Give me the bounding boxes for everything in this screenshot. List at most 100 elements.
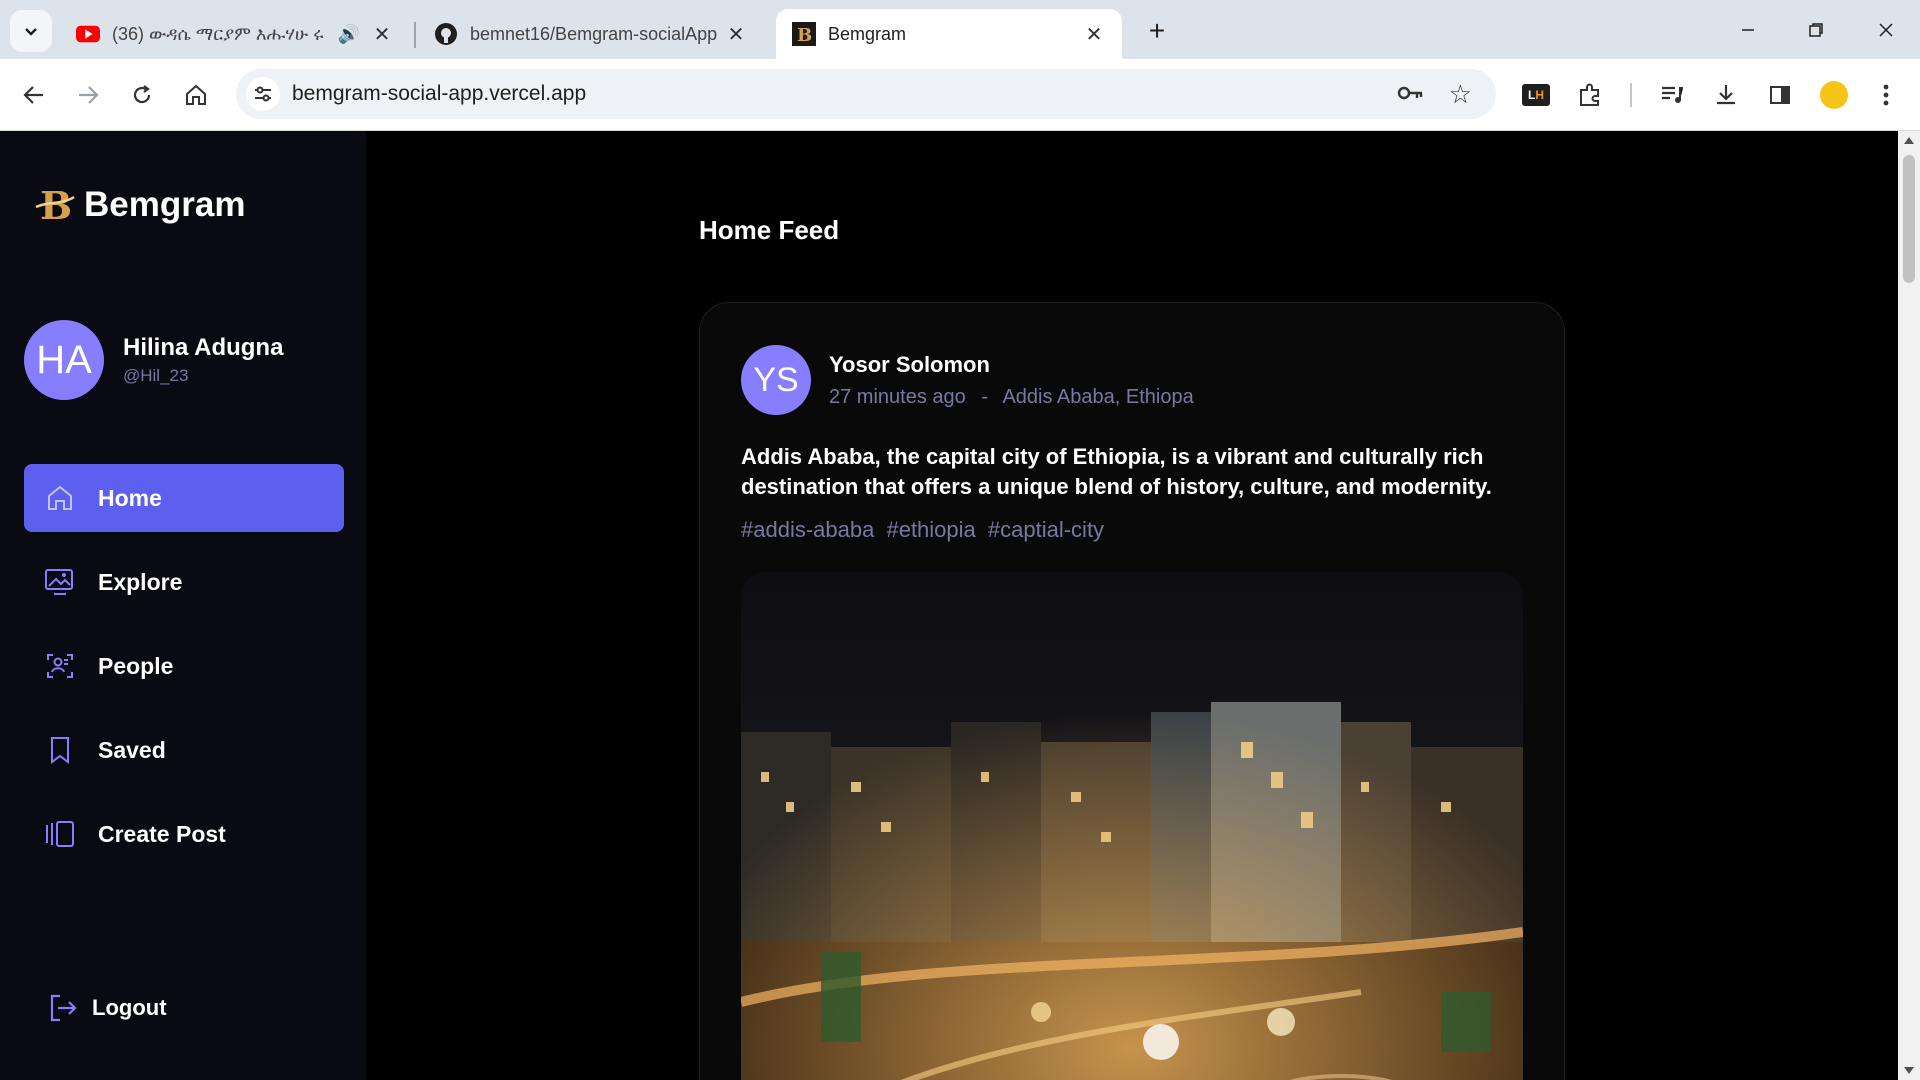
password-key-icon[interactable] [1396, 81, 1424, 110]
brand-name: Bemgram [84, 185, 246, 224]
tab-strip: (36) ውዳሴ ማርያም እሑሃሁ ሩ 🔊 ✕ bemnet16/Bemgra… [0, 0, 1920, 59]
tab-github[interactable]: bemnet16/Bemgram-socialApp ✕ [418, 9, 764, 59]
post-time: 27 minutes ago [829, 385, 966, 408]
downloads-button[interactable] [1708, 77, 1744, 113]
sidebar-item-people[interactable]: People [24, 632, 344, 700]
reload-icon [133, 85, 151, 104]
forward-button[interactable] [68, 75, 108, 115]
speaker-icon[interactable]: 🔊 [338, 24, 360, 45]
post-author[interactable]: Yosor Solomon [829, 352, 1194, 378]
arrow-left-icon [23, 86, 43, 104]
user-profile-link[interactable]: HA Hilina Adugna @Hil_23 [24, 320, 283, 400]
scroll-down-icon[interactable] [1904, 1067, 1914, 1074]
user-name: Hilina Adugna [123, 334, 284, 361]
logout-label: Logout [92, 995, 167, 1020]
page-title: Home Feed [699, 215, 840, 245]
bookmark-icon [42, 732, 78, 768]
post-header: YS Yosor Solomon 27 minutes ago - Addis … [741, 345, 1194, 415]
post-card: YS Yosor Solomon 27 minutes ago - Addis … [699, 302, 1565, 1080]
reload-button[interactable] [122, 75, 162, 115]
sidebar-item-label: Home [98, 484, 162, 511]
post-image[interactable] [741, 572, 1523, 1080]
home-button[interactable] [176, 75, 216, 115]
gallery-icon [42, 564, 78, 600]
bemgram-logo-icon: B [34, 185, 76, 225]
author-avatar[interactable]: YS [741, 345, 811, 415]
city-night-photo [741, 572, 1523, 1080]
bookmark-star-icon[interactable]: ☆ [1449, 79, 1472, 110]
download-icon [1717, 85, 1735, 105]
puzzle-icon [1580, 83, 1599, 106]
user-avatar: HA [24, 320, 104, 400]
address-bar[interactable]: bemgram-social-app.vercel.app ☆ [236, 69, 1496, 119]
page-viewport: B Bemgram HA Hilina Adugna @Hil_23 Home [0, 131, 1898, 1080]
sidebar-item-create-post[interactable]: Create Post [24, 800, 344, 868]
sidebar-item-label: Explore [98, 568, 183, 595]
tab-title: bemnet16/Bemgram-socialApp [470, 23, 718, 44]
tab-separator [414, 22, 416, 48]
post-meta: 27 minutes ago - Addis Ababa, Ethiopa [829, 386, 1194, 409]
minimize-icon [1742, 29, 1754, 31]
page-scrollbar[interactable] [1898, 131, 1920, 1080]
lighthouse-extension-icon[interactable]: LH [1518, 77, 1554, 113]
sidebar-item-label: Saved [98, 736, 166, 763]
scrollbar-thumb[interactable] [1903, 155, 1915, 283]
side-panel-icon [1770, 86, 1790, 104]
arrow-right-icon [79, 86, 99, 104]
meta-separator: - [981, 385, 988, 408]
url-text[interactable]: bemgram-social-app.vercel.app [292, 82, 586, 106]
close-tab-icon[interactable]: ✕ [370, 22, 394, 47]
side-panel-button[interactable] [1762, 77, 1798, 113]
logout-button[interactable]: Logout [46, 991, 167, 1025]
browser-menu-button[interactable] [1868, 77, 1904, 113]
tab-title: Bemgram [828, 23, 907, 44]
post-tags: #addis-ababa #ethiopia #captial-city [741, 517, 1110, 543]
site-info-icon[interactable] [246, 77, 280, 111]
github-icon [434, 22, 458, 46]
tab-bemgram[interactable]: B Bemgram ✕ [776, 9, 1122, 59]
extension-l: L [1527, 88, 1536, 102]
post-tag: #ethiopia [886, 517, 976, 542]
bemgram-icon: B [792, 22, 816, 46]
close-window-button[interactable] [1866, 12, 1906, 48]
tab-title: (36) ውዳሴ ማርያም እሑሃሁ ሩ [112, 23, 324, 44]
sidebar-item-label: People [98, 652, 174, 679]
home-icon [186, 84, 206, 105]
chevron-down-icon [25, 28, 37, 36]
minimize-button[interactable] [1728, 12, 1768, 48]
tab-search-button[interactable] [10, 10, 52, 52]
close-tab-icon[interactable]: ✕ [724, 22, 748, 47]
people-icon [42, 648, 78, 684]
extensions-button[interactable] [1572, 77, 1608, 113]
svg-text:B: B [797, 25, 812, 46]
user-handle: @Hil_23 [123, 366, 189, 385]
youtube-icon [76, 22, 100, 46]
profile-avatar-icon [1820, 81, 1848, 109]
more-vertical-icon [1883, 84, 1889, 106]
back-button[interactable] [14, 75, 54, 115]
create-post-icon [42, 816, 78, 852]
left-sidebar: B Bemgram HA Hilina Adugna @Hil_23 Home [0, 131, 366, 1080]
toolbar-divider [1630, 83, 1632, 107]
restore-icon [1809, 23, 1823, 37]
browser-toolbar: bemgram-social-app.vercel.app ☆ LH [0, 59, 1920, 131]
post-caption: Addis Ababa, the capital city of Ethiopi… [741, 444, 1492, 499]
brand-link[interactable]: B Bemgram [34, 185, 245, 225]
logout-icon [50, 994, 77, 1022]
restore-button[interactable] [1796, 12, 1836, 48]
post-tag: #addis-ababa [741, 517, 875, 542]
scroll-up-icon[interactable] [1904, 137, 1914, 144]
post-tag: #captial-city [987, 517, 1105, 542]
new-tab-button[interactable]: + [1140, 14, 1174, 48]
close-tab-icon[interactable]: ✕ [1082, 22, 1106, 47]
tab-youtube[interactable]: (36) ውዳሴ ማርያም እሑሃሁ ሩ 🔊 ✕ [60, 9, 410, 59]
sidebar-item-saved[interactable]: Saved [24, 716, 344, 784]
profile-button[interactable] [1816, 77, 1852, 113]
home-icon [42, 480, 78, 516]
sidebar-item-home[interactable]: Home [24, 464, 344, 532]
sidebar-item-explore[interactable]: Explore [24, 548, 344, 616]
close-icon [1879, 23, 1893, 37]
media-controls-button[interactable] [1654, 77, 1690, 113]
sidebar-nav: Home Explore People Saved Create Post [24, 464, 344, 884]
playlist-icon [1662, 86, 1683, 103]
